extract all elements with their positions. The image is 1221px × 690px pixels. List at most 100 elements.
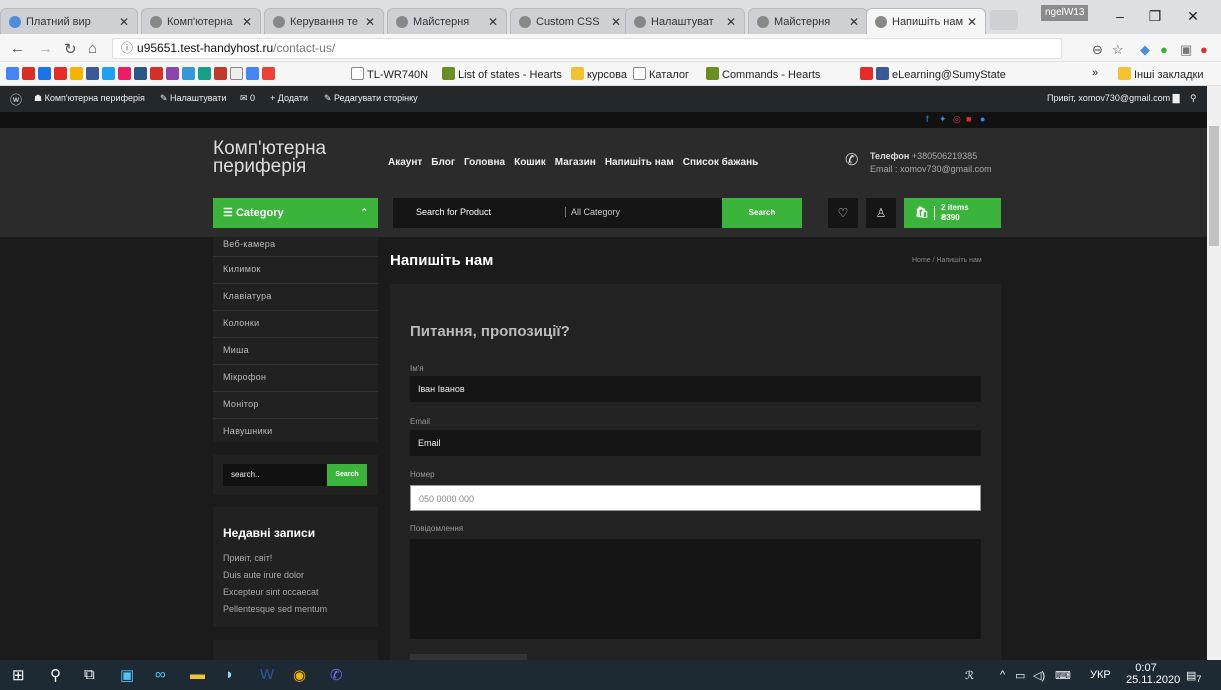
extension-icon[interactable]: ● — [1200, 42, 1208, 57]
notification-icon[interactable]: ▤7 — [1186, 669, 1202, 684]
bookmark-star-icon[interactable]: ☆ — [1112, 42, 1124, 58]
nav-item-wishlist[interactable]: Список бажань — [683, 157, 759, 168]
admin-customize-link[interactable]: ✎ Налаштувати — [160, 93, 226, 104]
volume-icon[interactable]: ◁) — [1033, 669, 1045, 682]
bookmark-item[interactable]: eLearning@SumyState — [860, 67, 1006, 81]
close-icon[interactable]: ✕ — [849, 15, 859, 29]
close-icon[interactable]: ✕ — [967, 15, 977, 29]
back-icon[interactable]: ← — [10, 40, 25, 57]
sidebar-search-input[interactable]: search.. — [223, 464, 327, 486]
breadcrumb[interactable]: Home / Напишіть нам — [912, 257, 982, 264]
search-icon[interactable]: ⚲ — [50, 666, 61, 684]
close-icon[interactable]: ✕ — [726, 15, 736, 29]
nav-item-account[interactable]: Акаунт — [388, 157, 422, 168]
tab[interactable]: Керування те ✕ — [264, 8, 384, 34]
name-field[interactable]: Іван Іванов — [410, 376, 981, 402]
close-icon[interactable]: ✕ — [488, 15, 498, 29]
category-item[interactable]: Миша — [223, 345, 249, 355]
admin-comments-link[interactable]: ✉ 0 — [240, 93, 255, 104]
category-item[interactable]: Килимок — [223, 264, 261, 274]
admin-site-link[interactable]: ☗ Комп'ютерна периферія — [34, 93, 145, 104]
admin-add-link[interactable]: + Додати — [270, 93, 308, 103]
profile-badge[interactable]: ngelW13 — [1041, 5, 1089, 21]
nav-item-cart[interactable]: Кошик — [514, 157, 546, 168]
bookmark-folder[interactable]: Інші закладки — [1118, 67, 1203, 81]
store-icon[interactable]: ▣ — [120, 666, 134, 684]
clock[interactable]: 0:07 25.11.2020 — [1126, 662, 1180, 686]
tray-chevron-icon[interactable]: ^ — [1000, 669, 1005, 681]
extension-icon[interactable]: ● — [1160, 42, 1168, 57]
chrome-icon[interactable]: ◉ — [293, 666, 306, 684]
task-view-icon[interactable]: ⧉ — [84, 666, 95, 683]
nav-item-home[interactable]: Головна — [464, 157, 505, 168]
zoom-icon[interactable]: ⊖ — [1092, 42, 1103, 58]
nav-item-shop[interactable]: Магазин — [555, 157, 596, 168]
network-icon[interactable]: ▭ — [1015, 669, 1025, 682]
sidebar-search-button[interactable]: Search — [327, 464, 367, 486]
minimize-icon[interactable]: – — [1105, 8, 1135, 24]
cart-button[interactable]: 🛍 2 items ₴390 — [904, 198, 1001, 228]
skype-icon[interactable]: ● — [980, 114, 985, 124]
recent-post-link[interactable]: Привіт, світ! — [223, 553, 272, 563]
language-indicator[interactable]: УКР — [1090, 669, 1111, 681]
bookmark-item[interactable]: курсова — [571, 67, 627, 81]
tab[interactable]: Налаштуват ✕ — [625, 8, 745, 34]
bookmark-item[interactable]: Каталог — [633, 67, 689, 81]
category-item[interactable]: Веб-камера — [223, 239, 275, 249]
recent-post-link[interactable]: Duis aute irure dolor — [223, 570, 304, 580]
wishlist-heart-icon[interactable]: ♡ — [828, 198, 858, 228]
bookmarks-overflow-icon[interactable]: » — [1092, 67, 1098, 79]
steam-icon[interactable]: ◗ — [225, 666, 234, 683]
viber-icon[interactable]: ✆ — [330, 666, 343, 684]
recent-post-link[interactable]: Excepteur sint occaecat — [223, 587, 319, 597]
bookmark-item[interactable]: List of states - Hearts — [442, 67, 562, 81]
home-icon[interactable]: ⌂ — [88, 40, 97, 57]
close-icon[interactable]: ✕ — [242, 15, 252, 29]
admin-account-link[interactable]: Привіт, xomov730@gmail.com ▇ — [1047, 93, 1180, 104]
bookmark-icons-row[interactable] — [6, 67, 278, 81]
category-item[interactable]: Колонки — [223, 318, 259, 328]
keyboard-icon[interactable]: ⌨ — [1055, 669, 1071, 682]
word-icon[interactable]: W — [260, 666, 274, 683]
tab[interactable]: Майстерня ✕ — [748, 8, 868, 34]
product-search-input[interactable]: Search for Product — [416, 207, 491, 217]
category-item[interactable]: Мікрофон — [223, 372, 266, 382]
site-logo[interactable]: Комп'ютерна периферія — [213, 139, 363, 176]
twitter-icon[interactable]: ✦ — [939, 114, 947, 125]
infinity-icon[interactable]: ∞ — [155, 666, 166, 683]
people-icon[interactable]: ℛ — [965, 669, 974, 682]
bookmark-item[interactable]: TL-WR740N — [351, 67, 428, 81]
restore-icon[interactable]: ❐ — [1140, 8, 1170, 25]
tab-active[interactable]: Напишіть нам ✕ — [866, 8, 986, 34]
reload-icon[interactable]: ↻ — [64, 40, 77, 58]
category-item[interactable]: Клавіатура — [223, 291, 272, 301]
nav-item-contact[interactable]: Напишіть нам — [605, 157, 674, 168]
admin-edit-page-link[interactable]: ✎ Редагувати сторінку — [324, 93, 418, 104]
email-field[interactable]: Email — [410, 430, 981, 456]
message-textarea[interactable] — [410, 539, 981, 639]
youtube-icon[interactable]: ■ — [966, 114, 971, 124]
file-explorer-icon[interactable]: ▬ — [190, 666, 205, 683]
page-scrollbar[interactable] — [1207, 86, 1221, 660]
url-input[interactable]: ⓘ u95651.test-handyhost.ru/contact-us/ — [112, 38, 1062, 59]
close-icon[interactable]: ✕ — [611, 15, 621, 29]
search-button[interactable]: Search — [722, 198, 802, 228]
category-select[interactable]: All Category — [565, 207, 620, 217]
tab[interactable]: Платний вир ✕ — [0, 8, 138, 34]
close-icon[interactable]: ✕ — [119, 15, 129, 29]
admin-search-icon[interactable]: ⚲ — [1190, 93, 1197, 104]
bookmark-item[interactable]: Commands - Hearts — [706, 67, 820, 81]
number-field[interactable]: 050 0000 000 — [410, 485, 981, 511]
tab[interactable]: Майстерня ✕ — [387, 8, 507, 34]
category-item[interactable]: Навушники — [223, 426, 272, 436]
windows-start-icon[interactable]: ⊞ — [12, 666, 25, 684]
facebook-icon[interactable]: f — [926, 114, 929, 124]
account-user-icon[interactable]: ♙ — [866, 198, 896, 228]
forward-icon[interactable]: → — [38, 40, 53, 57]
wordpress-icon[interactable]: ⓦ — [10, 91, 22, 108]
new-tab-button[interactable] — [990, 10, 1018, 30]
close-icon[interactable]: ✕ — [365, 15, 375, 29]
nav-item-blog[interactable]: Блог — [431, 157, 455, 168]
instagram-icon[interactable]: ◎ — [953, 114, 961, 125]
scrollbar-thumb[interactable] — [1209, 126, 1219, 246]
